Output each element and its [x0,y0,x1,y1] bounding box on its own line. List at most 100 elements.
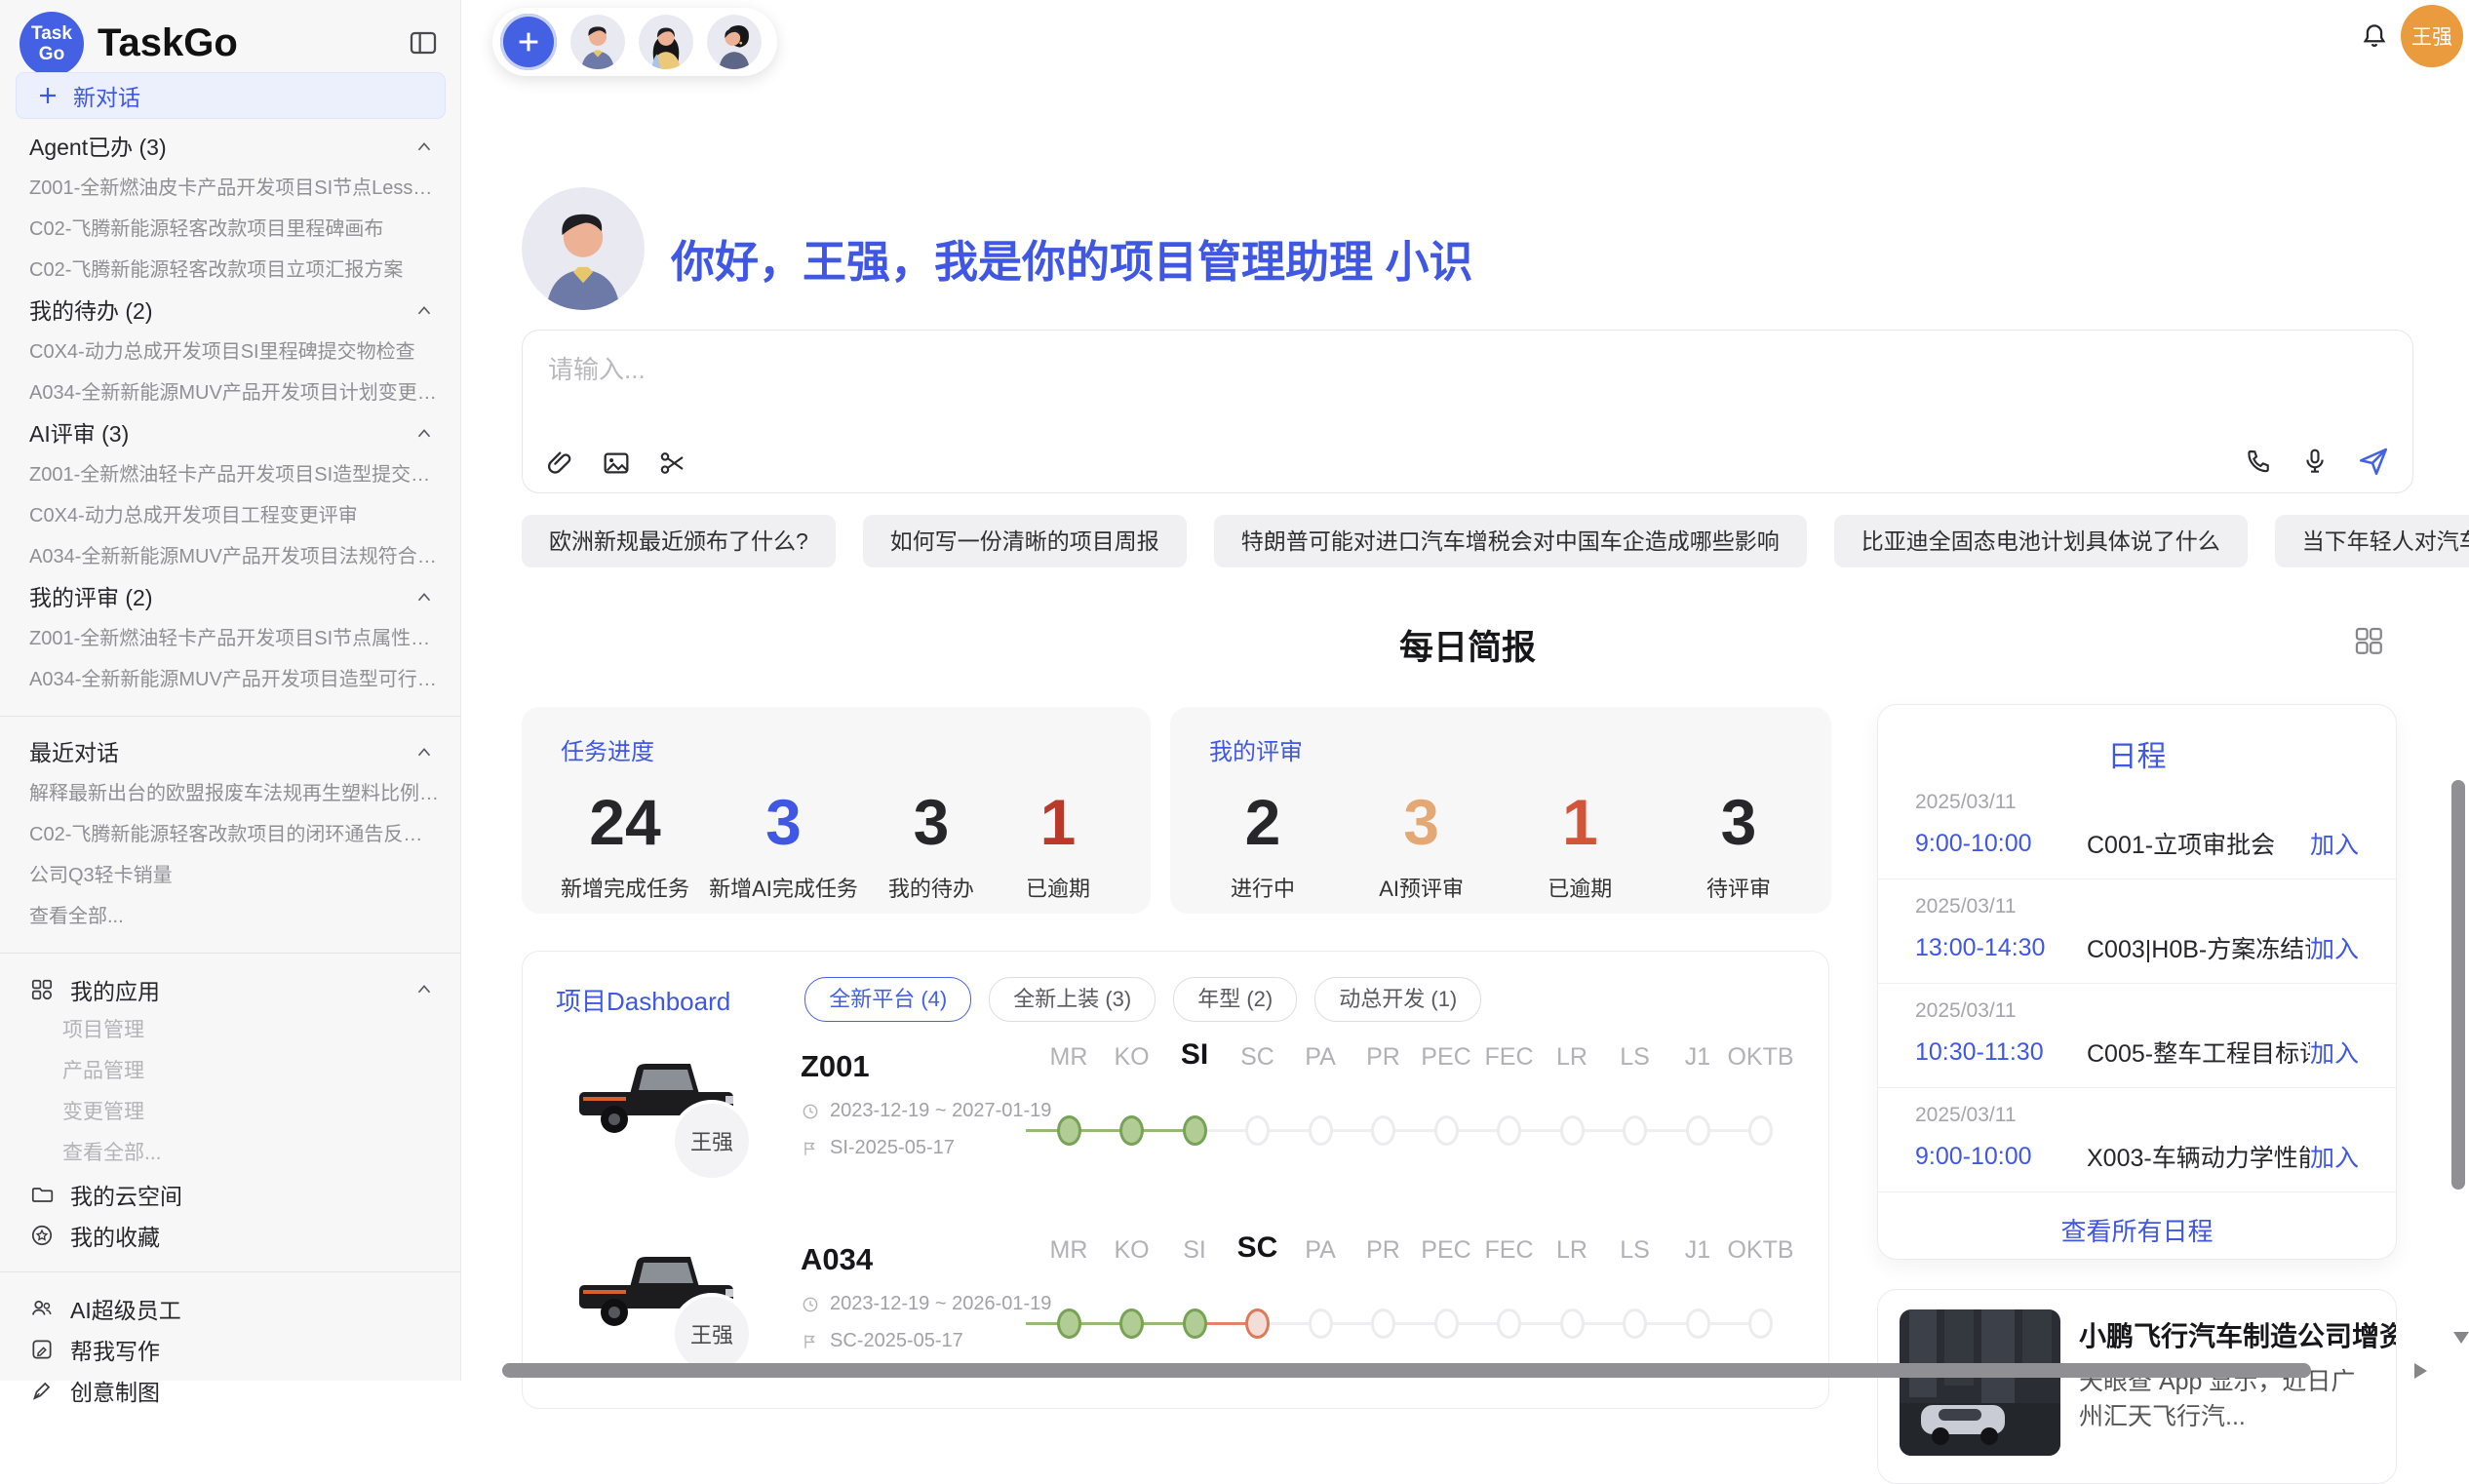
section-title: 我的评审 (2) [29,577,153,618]
stat-column: 3我的待办 [878,788,985,903]
stat-card-title: 任务进度 [561,732,1112,766]
app-item[interactable]: 产品管理 [0,1051,460,1092]
send-icon[interactable] [2356,444,2391,479]
sidebar-item[interactable]: C0X4-动力总成开发项目工程变更评审 [0,495,460,536]
recent-chat-item[interactable]: 公司Q3轻卡销量 [0,855,460,896]
briefing-layout-icon[interactable] [2352,624,2385,657]
teammate-avatar[interactable] [570,15,625,69]
milestone-node[interactable] [1434,1115,1459,1146]
sidebar-item[interactable]: C02-飞腾新能源轻客改款项目立项汇报方案 [0,250,460,291]
dashboard-tab[interactable]: 动总开发 (1) [1314,977,1481,1022]
dashboard-header: 项目Dashboard 全新平台 (4) 全新上装 (3) 年型 (2) 动总开发 (… [523,952,1828,1022]
sidebar-item[interactable]: Z001-全新燃油轻卡产品开发项目SI造型提交物评审 [0,454,460,495]
milestone-node[interactable] [1560,1308,1585,1339]
suggestion-chip[interactable]: 比亚迪全固态电池计划具体说了什么 [1834,515,2248,567]
recent-chat-item[interactable]: C02-飞腾新能源轻客改款项目的闭环通告反馈情况 [0,814,460,855]
recent-section-header[interactable]: 最近对话 [0,732,460,773]
app-item[interactable]: 变更管理 [0,1092,460,1133]
suggestion-chip[interactable]: 欧洲新规最近颁布了什么? [522,515,836,567]
app-item[interactable]: 项目管理 [0,1010,460,1051]
teammate-avatar[interactable] [639,15,693,69]
milestone-node[interactable] [1057,1308,1081,1339]
sidebar-section-header[interactable]: AI评审 (3) [0,413,460,454]
sidebar-section-header[interactable]: 我的评审 (2) [0,577,460,618]
milestone-node[interactable] [1309,1115,1333,1146]
sidebar-item-ai-staff[interactable]: AI超级员工 [0,1288,460,1329]
milestone-node[interactable] [1623,1308,1647,1339]
teammate-avatar[interactable] [707,15,762,69]
user-avatar[interactable]: 王强 [2401,5,2463,67]
sidebar-item[interactable]: Z001-全新燃油皮卡产品开发项目SI节点Lesson Learn报告 [0,168,460,209]
sidebar-item-help-write[interactable]: 帮我写作 [0,1329,460,1370]
milestone-node[interactable] [1497,1308,1521,1339]
milestone-node[interactable] [1748,1308,1773,1339]
schedule-view-all[interactable]: 查看所有日程 [1878,1192,2396,1268]
sidebar-item[interactable]: A034-全新新能源MUV产品开发项目造型可行性评审 [0,659,460,700]
suggestion-chip[interactable]: 当下年轻人对汽车外观有怎样的喜好趋势 [2275,515,2469,567]
milestone-node[interactable] [1560,1115,1585,1146]
recent-chat-item[interactable]: 解释最新出台的欧盟报废车法规再生塑料比例被调至15%... [0,773,460,814]
scroll-down-arrow-icon[interactable] [2453,1332,2469,1344]
stat-label: 已逾期 [1004,872,1112,903]
phone-icon[interactable] [2243,446,2274,477]
event-join-link[interactable]: 加入 [2310,1035,2359,1070]
briefing-cards: 任务进度24新增完成任务3新增AI完成任务3我的待办1已逾期我的评审2进行中3A… [522,707,1831,914]
milestone-node[interactable] [1686,1115,1710,1146]
sidebar-section-header[interactable]: 我的待办 (2) [0,291,460,332]
milestone-node[interactable] [1748,1115,1773,1146]
sidebar-collapse-icon[interactable] [408,27,439,59]
dashboard-tab[interactable]: 年型 (2) [1173,977,1297,1022]
milestone-node[interactable] [1245,1115,1270,1146]
microphone-icon[interactable] [2299,446,2331,477]
suggestion-chip[interactable]: 如何写一份清晰的项目周报 [863,515,1187,567]
new-chat-button[interactable]: 新对话 [16,72,446,119]
sidebar-item[interactable]: Z001-全新燃油轻卡产品开发项目SI节点属性5D文件评审 [0,618,460,659]
milestone-node[interactable] [1371,1115,1395,1146]
stat-value: 2 [1209,788,1316,856]
sidebar-item-cloud-space[interactable]: 我的云空间 [0,1174,460,1215]
image-icon[interactable] [601,448,632,479]
news-card[interactable]: 小鹏飞行汽车制造公司增资 天眼查 App 显示，近日广州汇天飞行汽... [1877,1289,2397,1484]
milestone-node[interactable] [1623,1115,1647,1146]
milestone-node[interactable] [1686,1308,1710,1339]
milestone-node[interactable] [1183,1308,1207,1339]
dashboard-tab[interactable]: 全新平台 (4) [804,977,971,1022]
milestone-node[interactable] [1497,1115,1521,1146]
vertical-scrollbar[interactable] [2451,780,2465,1190]
recent-view-all[interactable]: 查看全部... [0,896,460,937]
milestone-node[interactable] [1057,1115,1081,1146]
milestone-node[interactable] [1371,1308,1395,1339]
scissors-icon[interactable] [657,448,688,479]
sidebar-item-creative-draw[interactable]: 创意制图 [0,1370,460,1411]
scroll-right-arrow-icon[interactable] [2414,1363,2427,1379]
chat-input[interactable] [546,348,2208,430]
dashboard-tab[interactable]: 全新上装 (3) [989,977,1156,1022]
milestone-node[interactable] [1119,1308,1144,1339]
event-join-link[interactable]: 加入 [2310,826,2359,861]
input-actions [2243,444,2391,479]
my-apps-header[interactable]: 我的应用 [0,969,460,1010]
sidebar-item[interactable]: C02-飞腾新能源轻客改款项目里程碑画布 [0,209,460,250]
stat-column: 3新增AI完成任务 [709,788,858,903]
event-join-link[interactable]: 加入 [2310,1139,2359,1174]
apps-grid-icon [29,977,55,1002]
sidebar-item[interactable]: C0X4-动力总成开发项目SI里程碑提交物检查 [0,332,460,372]
milestone-node[interactable] [1434,1308,1459,1339]
event-join-link[interactable]: 加入 [2310,930,2359,965]
notification-bell-icon[interactable] [2358,20,2391,53]
app-logo: Task Go [20,12,84,76]
sidebar-item[interactable]: A034-全新新能源MUV产品开发项目法规符合性评审 [0,536,460,577]
suggestion-chip[interactable]: 特朗普可能对进口汽车增税会对中国车企造成哪些影响 [1214,515,1807,567]
sidebar-item-favorites[interactable]: 我的收藏 [0,1215,460,1256]
apps-view-all[interactable]: 查看全部... [0,1133,460,1174]
add-agent-button[interactable] [500,14,557,70]
milestone-node[interactable] [1309,1308,1333,1339]
dashboard-title: 项目Dashboard [556,982,730,1018]
horizontal-scrollbar[interactable] [502,1363,2311,1378]
sidebar-item[interactable]: A034-全新新能源MUV产品开发项目计划变更表编写 [0,372,460,413]
milestone-node[interactable] [1183,1115,1207,1146]
milestone-node[interactable] [1245,1308,1270,1339]
paperclip-icon[interactable] [544,448,575,479]
milestone-node[interactable] [1119,1115,1144,1146]
sidebar-section-header[interactable]: Agent已办 (3) [0,127,460,168]
